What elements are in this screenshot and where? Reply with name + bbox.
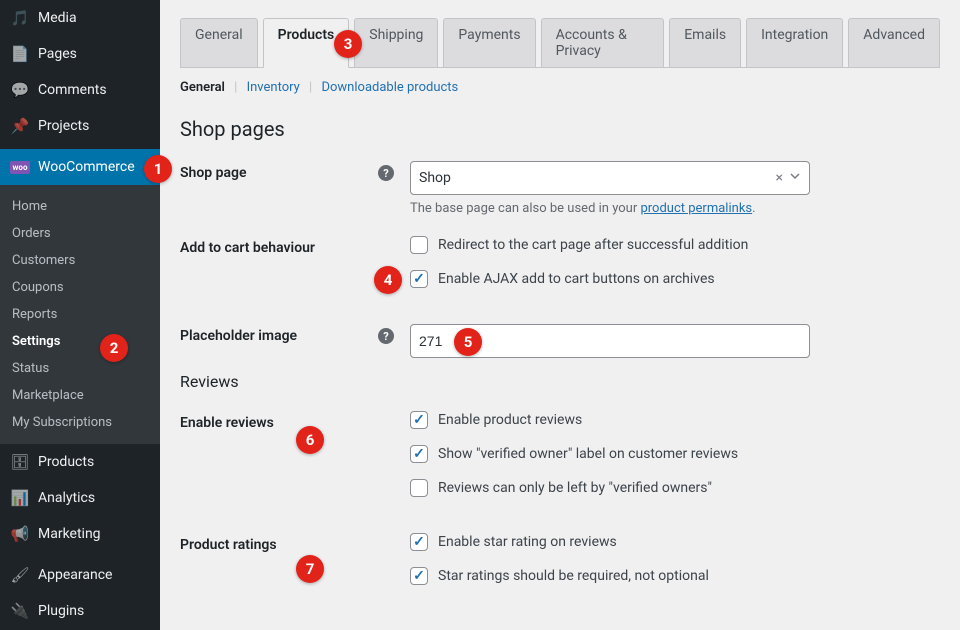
product-sections: General | Inventory | Downloadable produ… [180, 68, 940, 107]
clear-icon[interactable]: × [776, 170, 783, 186]
projects-icon: 📌 [10, 116, 30, 136]
menu-woocommerce-label: WooCommerce [38, 159, 135, 175]
section-general[interactable]: General [180, 80, 225, 95]
product-ratings-label: Product ratings [180, 537, 277, 553]
menu-comments-label: Comments [38, 82, 107, 98]
menu-pages[interactable]: 📄 Pages [0, 36, 160, 72]
submenu-customers[interactable]: Customers [0, 247, 160, 274]
verified-label-checkbox[interactable] [410, 445, 428, 463]
submenu-marketplace[interactable]: Marketplace [0, 382, 160, 409]
settings-tabs: General Products Shipping Payments Accou… [180, 18, 940, 68]
submenu-subscriptions[interactable]: My Subscriptions [0, 409, 160, 436]
annotation-badge-5: 5 [454, 328, 482, 356]
verified-label-label: Show "verified owner" label on customer … [438, 446, 738, 462]
chevron-down-icon [789, 170, 801, 186]
menu-analytics-label: Analytics [38, 490, 95, 506]
shop-page-label: Shop page [180, 165, 247, 181]
shop-page-select[interactable]: Shop × [410, 161, 810, 195]
star-required-checkbox[interactable] [410, 567, 428, 585]
menu-woocommerce[interactable]: woo WooCommerce [0, 149, 160, 185]
appearance-icon: 🖌 [10, 565, 30, 585]
menu-products[interactable]: 🗄 Products [0, 444, 160, 480]
plugins-icon: 🔌 [10, 601, 30, 621]
pages-icon: 📄 [10, 44, 30, 64]
annotation-badge-2: 2 [100, 334, 128, 362]
menu-projects[interactable]: 📌 Projects [0, 108, 160, 144]
enable-product-reviews-label: Enable product reviews [438, 412, 582, 428]
placeholder-image-row: Placeholder image ? [180, 324, 940, 358]
media-icon: 🎵 [10, 8, 30, 28]
redirect-checkbox[interactable] [410, 236, 428, 254]
menu-marketing-label: Marketing [38, 526, 101, 542]
submenu-status[interactable]: Status [0, 355, 160, 382]
section-downloadable[interactable]: Downloadable products [321, 80, 458, 95]
only-verified-checkbox[interactable] [410, 479, 428, 497]
ajax-checkbox-row: Enable AJAX add to cart buttons on archi… [410, 270, 940, 288]
menu-appearance[interactable]: 🖌 Appearance [0, 557, 160, 593]
woocommerce-submenu: Home Orders Customers Coupons Reports Se… [0, 185, 160, 444]
product-permalinks-link[interactable]: product permalinks [640, 201, 752, 216]
help-icon[interactable]: ? [378, 328, 394, 344]
tab-shipping[interactable]: Shipping [354, 18, 438, 68]
submenu-home[interactable]: Home [0, 193, 160, 220]
menu-pages-label: Pages [38, 46, 77, 62]
reviews-title: Reviews [180, 372, 940, 391]
admin-sidebar: 🎵 Media 📄 Pages 💬 Comments 📌 Projects woo Wo… [0, 0, 160, 630]
tab-accounts[interactable]: Accounts & Privacy [541, 18, 665, 68]
product-ratings-row: Product ratings Enable star rating on re… [180, 533, 940, 601]
shop-page-row: Shop page ? Shop × The base page can als… [180, 161, 940, 216]
shop-page-value: Shop [419, 170, 776, 186]
redirect-checkbox-row: Redirect to the cart page after successf… [410, 236, 940, 254]
tab-integration[interactable]: Integration [746, 18, 843, 68]
menu-appearance-label: Appearance [38, 567, 112, 583]
submenu-settings[interactable]: Settings [0, 328, 160, 355]
shop-page-hint: The base page can also be used in your p… [410, 201, 940, 216]
ajax-checkbox[interactable] [410, 270, 428, 288]
only-verified-label: Reviews can only be left by "verified ow… [438, 480, 712, 496]
menu-media[interactable]: 🎵 Media [0, 0, 160, 36]
marketing-icon: 📢 [10, 524, 30, 544]
enable-reviews-row: Enable reviews Enable product reviews Sh… [180, 411, 940, 513]
enable-star-label: Enable star rating on reviews [438, 534, 617, 550]
annotation-badge-7: 7 [296, 555, 324, 583]
tab-advanced[interactable]: Advanced [848, 18, 940, 68]
star-required-label: Star ratings should be required, not opt… [438, 568, 709, 584]
submenu-orders[interactable]: Orders [0, 220, 160, 247]
menu-media-label: Media [38, 10, 77, 26]
add-to-cart-label: Add to cart behaviour [180, 240, 315, 256]
menu-marketing[interactable]: 📢 Marketing [0, 516, 160, 552]
annotation-badge-3: 3 [334, 30, 362, 58]
enable-product-reviews-checkbox[interactable] [410, 411, 428, 429]
submenu-reports[interactable]: Reports [0, 301, 160, 328]
tab-emails[interactable]: Emails [669, 18, 741, 68]
comments-icon: 💬 [10, 80, 30, 100]
shop-pages-title: Shop pages [180, 117, 940, 141]
analytics-icon: 📊 [10, 488, 30, 508]
placeholder-label: Placeholder image [180, 328, 297, 344]
enable-reviews-label: Enable reviews [180, 415, 274, 431]
section-inventory[interactable]: Inventory [247, 80, 300, 95]
menu-plugins-label: Plugins [38, 603, 84, 619]
woocommerce-icon: woo [10, 157, 30, 177]
products-icon: 🗄 [10, 452, 30, 472]
submenu-coupons[interactable]: Coupons [0, 274, 160, 301]
enable-star-checkbox[interactable] [410, 533, 428, 551]
tab-payments[interactable]: Payments [443, 18, 535, 68]
help-icon[interactable]: ? [378, 165, 394, 181]
menu-plugins[interactable]: 🔌 Plugins [0, 593, 160, 629]
ajax-checkbox-label: Enable AJAX add to cart buttons on archi… [438, 271, 715, 287]
add-to-cart-row: Add to cart behaviour Redirect to the ca… [180, 236, 940, 304]
annotation-badge-1: 1 [144, 155, 172, 183]
menu-projects-label: Projects [38, 118, 89, 134]
menu-analytics[interactable]: 📊 Analytics [0, 480, 160, 516]
menu-products-label: Products [38, 454, 94, 470]
main-content: General Products Shipping Payments Accou… [160, 0, 960, 630]
annotation-badge-4: 4 [374, 266, 402, 294]
tab-general[interactable]: General [180, 18, 258, 68]
menu-comments[interactable]: 💬 Comments [0, 72, 160, 108]
annotation-badge-6: 6 [296, 426, 324, 454]
redirect-checkbox-label: Redirect to the cart page after successf… [438, 237, 748, 253]
